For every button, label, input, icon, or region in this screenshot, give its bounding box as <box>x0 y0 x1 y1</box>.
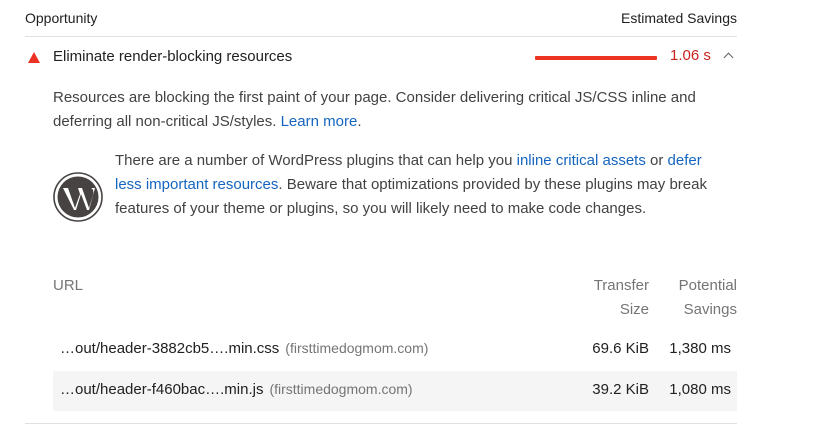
savings-value: 1.06 s <box>670 47 711 64</box>
wordpress-note: There are a number of WordPress plugins … <box>115 149 725 221</box>
inline-critical-assets-link[interactable]: inline critical assets <box>517 152 646 169</box>
opportunity-header: Opportunity Estimated Savings <box>25 8 737 37</box>
url-column-header: URL <box>53 277 84 294</box>
wp-note-text-2: or <box>650 152 664 169</box>
divider <box>25 423 737 424</box>
table-row: …out/header-3882cb5….min.css (firsttimedo… <box>53 330 737 370</box>
estimated-savings-column-label: Estimated Savings <box>621 10 737 26</box>
description-text: Resources are blocking the first paint o… <box>53 89 696 130</box>
wp-note-text-1: There are a number of WordPress plugins … <box>115 152 513 169</box>
description-end: . <box>357 113 362 130</box>
potential-savings-cell: 1,380 ms <box>669 340 731 357</box>
potential-savings-cell: 1,080 ms <box>669 381 731 398</box>
opportunity-column-label: Opportunity <box>25 10 98 26</box>
transfer-size-cell: 39.2 KiB <box>592 381 649 398</box>
transfer-size-cell: 69.6 KiB <box>592 340 649 357</box>
lighthouse-opportunity-panel: Opportunity Estimated Savings Eliminate … <box>0 0 839 427</box>
potential-savings-header-line2: Savings <box>683 301 737 318</box>
table-row: …out/header-f460bac….min.js (firsttimedog… <box>53 371 737 411</box>
savings-bar <box>535 56 657 60</box>
transfer-size-header-line2: Size <box>619 301 649 318</box>
chevron-up-icon[interactable] <box>723 52 734 63</box>
transfer-size-column-header: Transfer Size <box>594 274 649 322</box>
transfer-size-header-line1: Transfer <box>593 277 649 294</box>
wordpress-logo-icon <box>53 172 103 222</box>
resource-host: (firsttimedogmom.com) <box>285 340 429 356</box>
resource-url-path[interactable]: …out/header-3882cb5….min.css <box>60 340 279 357</box>
learn-more-link[interactable]: Learn more <box>281 113 358 130</box>
potential-savings-column-header: Potential Savings <box>679 274 737 322</box>
audit-summary-row[interactable]: Eliminate render-blocking resources 1.06… <box>25 37 737 75</box>
warning-triangle-icon <box>28 52 40 63</box>
resource-url[interactable]: …out/header-f460bac….min.js (firsttimedog… <box>60 381 413 398</box>
resource-url[interactable]: …out/header-3882cb5….min.css (firsttimedo… <box>60 340 428 357</box>
audit-title: Eliminate render-blocking resources <box>53 48 293 65</box>
resource-url-path[interactable]: …out/header-f460bac….min.js <box>60 381 263 398</box>
potential-savings-header-line1: Potential <box>678 277 737 294</box>
audit-description: Resources are blocking the first paint o… <box>53 86 733 134</box>
resource-host: (firsttimedogmom.com) <box>269 381 413 397</box>
